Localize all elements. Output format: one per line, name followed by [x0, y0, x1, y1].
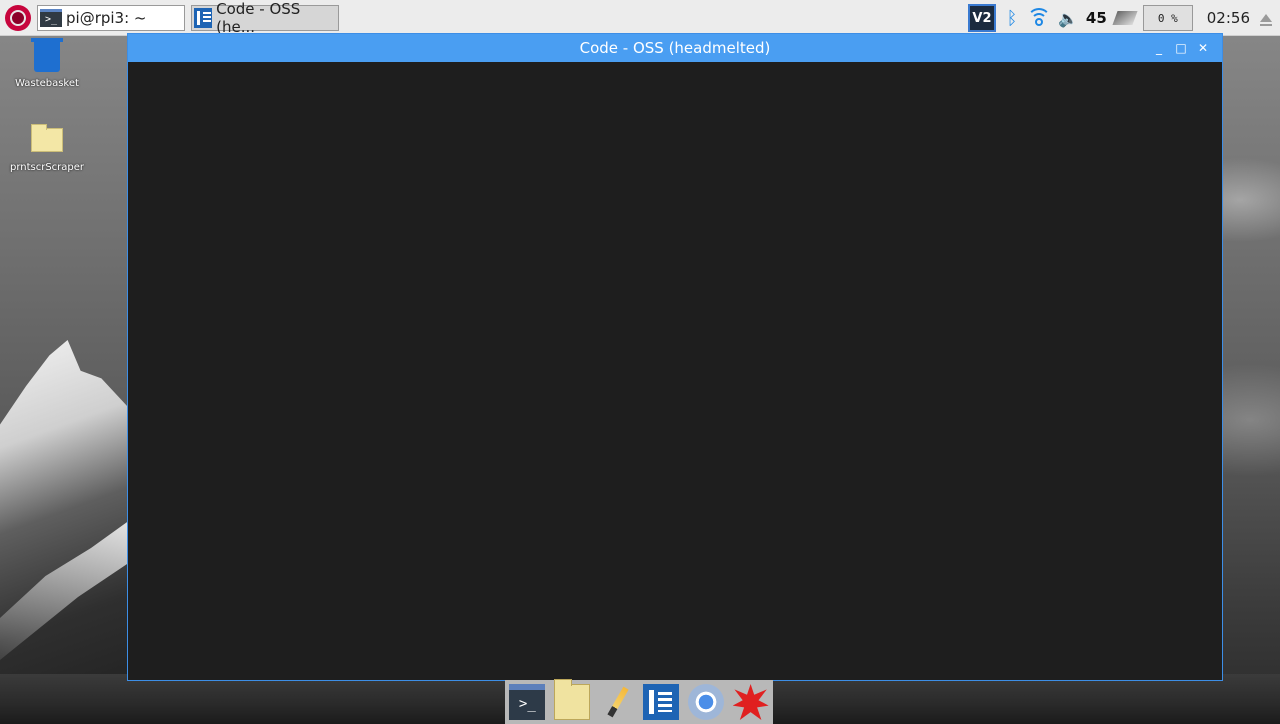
window-titlebar[interactable]: Code - OSS (headmelted) _ □ ✕: [128, 34, 1222, 62]
wastebasket-icon: [31, 38, 63, 72]
file-manager-icon[interactable]: [553, 679, 590, 720]
code-oss-icon: [194, 7, 213, 28]
text-editor-icon[interactable]: [599, 684, 635, 720]
editor-area[interactable]: [128, 62, 1222, 680]
folder-icon: [31, 124, 63, 152]
vnc-icon[interactable]: V2: [967, 4, 996, 32]
taskbar-item-terminal[interactable]: >_ pi@rpi3: ~: [37, 4, 185, 31]
clock[interactable]: 02:56: [1207, 9, 1250, 27]
wallpaper-mountain: [0, 340, 130, 724]
wifi-icon[interactable]: [1026, 8, 1051, 28]
raspberry-menu-icon[interactable]: [5, 4, 31, 31]
desktop-icon-label: prntscrScraper: [9, 162, 85, 173]
desktop-icon-prntscrscraper[interactable]: prntscrScraper: [2, 124, 92, 173]
top-panel: >_ pi@rpi3: ~ Code - OSS (he... V2 ᛒ 🔈 4…: [0, 0, 1280, 36]
cpu-monitor[interactable]: 0 %: [1142, 5, 1193, 31]
desktop-icon-label: Wastebasket: [15, 78, 79, 89]
code-oss-icon[interactable]: [643, 684, 680, 720]
close-button[interactable]: ✕: [1192, 41, 1214, 55]
chromium-icon[interactable]: [687, 684, 724, 720]
volume-icon[interactable]: 🔈: [1058, 9, 1078, 28]
terminal-icon[interactable]: >_: [509, 684, 546, 720]
taskbar-item-label: pi@rpi3: ~: [66, 8, 147, 27]
code-oss-window: Code - OSS (headmelted) _ □ ✕: [127, 33, 1223, 681]
bluetooth-icon[interactable]: ᛒ: [1004, 8, 1020, 29]
cpu-temperature: 45: [1085, 9, 1107, 27]
wolfram-icon[interactable]: [732, 684, 769, 720]
minimize-button[interactable]: _: [1148, 41, 1170, 55]
drive-icon[interactable]: [1112, 11, 1138, 25]
window-title: Code - OSS (headmelted): [579, 39, 771, 57]
application-dock: >_: [505, 679, 773, 724]
vnc-label: V2: [972, 10, 992, 26]
system-tray: V2 ᛒ 🔈 45 0 % 02:56: [967, 0, 1280, 36]
eject-icon[interactable]: [1260, 14, 1272, 26]
desktop-icon-wastebasket[interactable]: Wastebasket: [2, 38, 92, 89]
taskbar-item-label: Code - OSS (he...: [216, 0, 301, 36]
maximize-button[interactable]: □: [1170, 41, 1192, 55]
terminal-icon: >_: [40, 8, 62, 27]
taskbar-item-code-oss[interactable]: Code - OSS (he...: [191, 0, 339, 36]
window-controls: _ □ ✕: [1148, 34, 1214, 62]
